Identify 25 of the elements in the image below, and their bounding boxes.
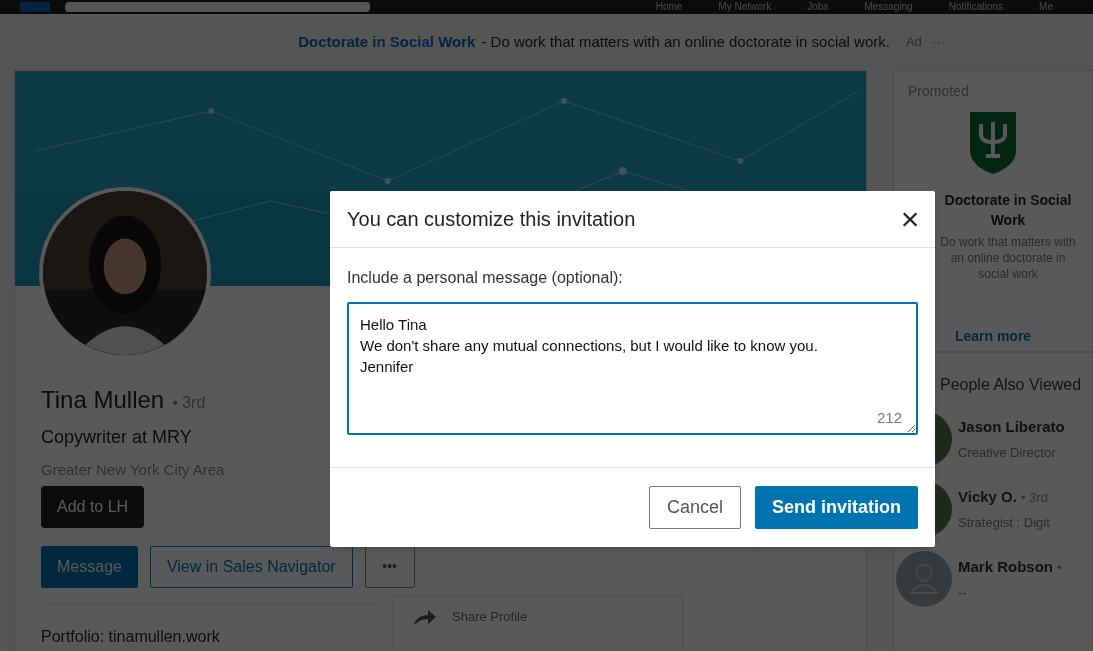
person-headline: --	[958, 583, 968, 602]
learn-more-link[interactable]: Learn more	[954, 326, 1032, 347]
close-button[interactable]: ×	[897, 206, 923, 232]
add-button[interactable]: Add to LH	[41, 485, 145, 528]
portfolio-text: Portfolio: tinamullen.work	[41, 626, 221, 647]
send-invitation-button[interactable]: Send invitation	[755, 486, 918, 529]
character-counter: 212	[876, 407, 902, 428]
avatar-placeholder-icon	[896, 551, 952, 607]
logo-icon[interactable]	[20, 2, 50, 12]
person-name[interactable]: Vicky O.	[958, 486, 1017, 509]
ad-text: - Do work that matters with an online doctorate in social work.	[481, 31, 890, 52]
promoted-title: Doctorate in Social Work	[943, 191, 1073, 230]
person-name[interactable]: Jason Liberato	[958, 416, 1065, 439]
section-title: People Also Viewed	[940, 375, 1083, 395]
profile-name: Tina Mullen	[41, 385, 165, 415]
cancel-button[interactable]: Cancel	[648, 486, 741, 529]
more-button[interactable]: ···	[931, 32, 945, 52]
person-name[interactable]: Mark Robson	[958, 556, 1053, 579]
ad-link[interactable]: Doctorate in Social Work	[298, 30, 476, 54]
profile-headline: Copywriter at MRY	[41, 426, 193, 449]
message-button[interactable]: Message	[41, 545, 138, 588]
connection-degree: •	[1057, 558, 1062, 577]
sales-navigator-button[interactable]: View in Sales Navigator	[149, 545, 353, 588]
shield-logo-icon	[968, 110, 1018, 176]
search-field[interactable]	[65, 2, 370, 12]
